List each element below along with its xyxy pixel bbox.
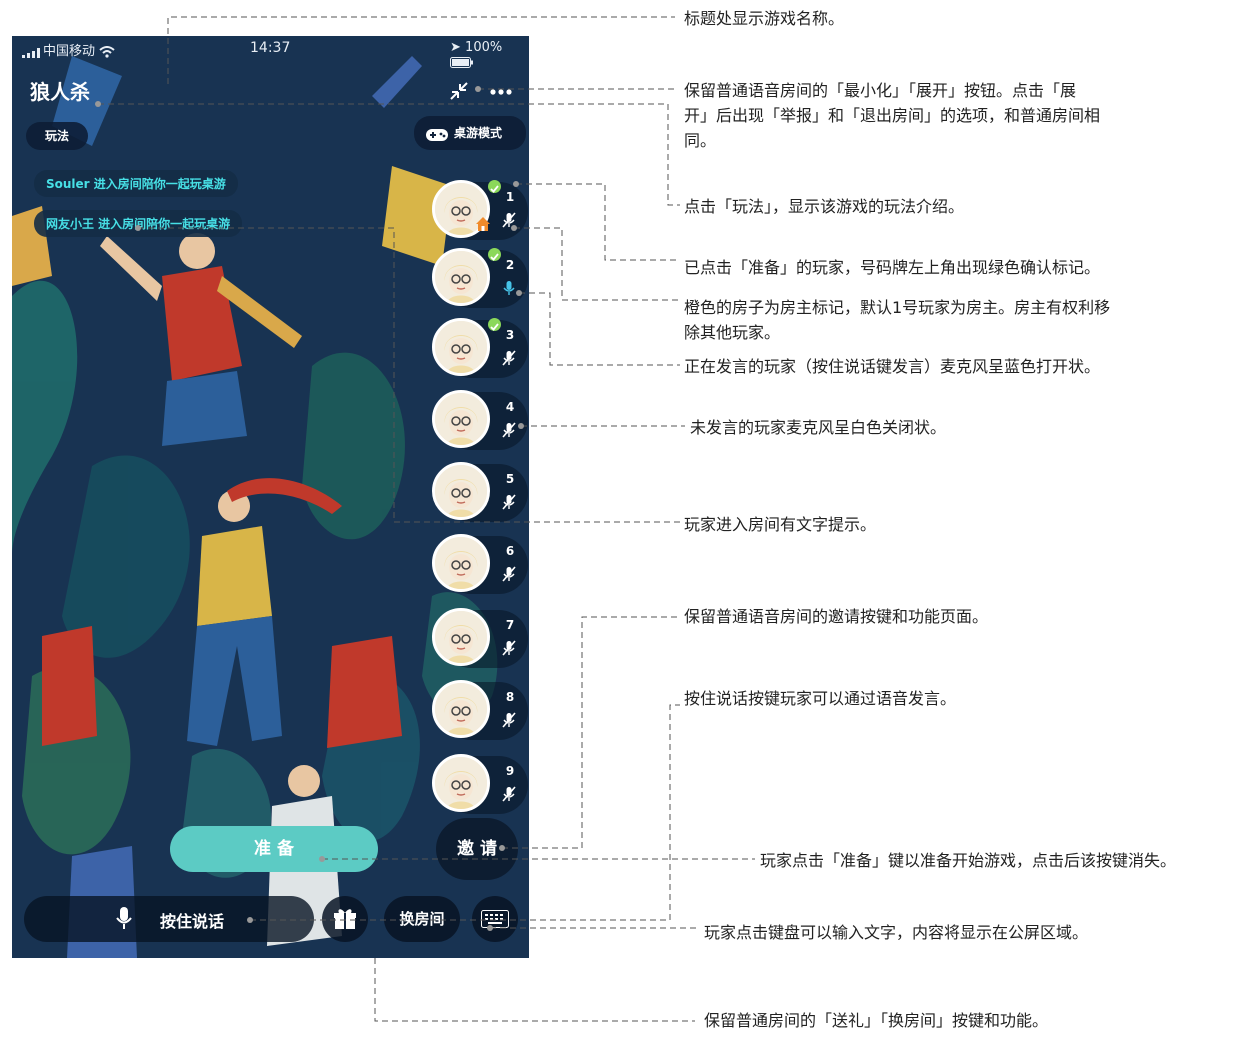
seat-number: 3 xyxy=(505,328,515,342)
carrier-name: 中国移动 xyxy=(43,44,96,59)
gift-button[interactable] xyxy=(322,896,368,942)
annotation-rules: 点击「玩法」，显示该游戏的玩法介绍。 xyxy=(684,197,965,216)
status-bar: 中国移动 14:37 ➤ 100% xyxy=(12,36,529,68)
microphone-off-icon xyxy=(502,786,516,802)
change-room-button[interactable]: 换房间 xyxy=(384,896,460,942)
enter-notice: Souler 进入房间陪你一起玩桌游 xyxy=(34,170,238,197)
minimize-button[interactable] xyxy=(448,80,470,106)
carrier-info: 中国移动 xyxy=(22,40,115,59)
annotation-line: 橙色的房子为房主标记，默认1号玩家为房主。房主有权利移 xyxy=(684,298,1111,317)
player-seat[interactable]: 2 xyxy=(432,246,528,310)
seat-number: 8 xyxy=(505,690,515,704)
player-seat[interactable]: 8 xyxy=(432,678,528,742)
invite-button[interactable]: 邀 请 xyxy=(436,818,518,880)
annotation-talk: 按住说话按键玩家可以通过语音发言。 xyxy=(684,689,957,708)
ready-button[interactable]: 准 备 xyxy=(170,826,378,872)
host-house-icon xyxy=(475,216,491,232)
page-title: 狼人杀 xyxy=(30,80,90,104)
wifi-icon xyxy=(99,44,115,59)
annotation-line: 除其他玩家。 xyxy=(684,323,781,342)
seat-number: 7 xyxy=(505,618,515,632)
board-mode-label: 桌游模式 xyxy=(454,126,503,140)
player-seat[interactable]: 1 xyxy=(432,178,528,242)
player-seat[interactable]: 7 xyxy=(432,606,528,670)
enter-notice: 网友小王 进入房间陪你一起玩桌游 xyxy=(34,210,243,237)
microphone-off-icon xyxy=(502,712,516,728)
microphone-icon xyxy=(116,907,132,935)
annotation-speaking: 正在发言的玩家（按住说话键发言）麦克风呈蓝色打开状。 xyxy=(684,357,1101,376)
annotation-line: 保留普通语音房间的「最小化」「展开」按钮。点击「展 xyxy=(684,81,1077,100)
seat-number: 5 xyxy=(505,472,515,486)
avatar[interactable] xyxy=(432,754,490,812)
location-icon: ➤ xyxy=(450,40,461,55)
microphone-on-icon xyxy=(502,280,516,296)
annotation-title: 标题处显示游戏名称。 xyxy=(684,9,845,28)
microphone-off-icon xyxy=(502,350,516,366)
signal-icon xyxy=(22,47,40,58)
avatar[interactable] xyxy=(432,680,490,738)
minimize-icon xyxy=(448,82,470,106)
status-time: 14:37 xyxy=(250,40,291,56)
microphone-off-icon xyxy=(502,566,516,582)
seat-number: 1 xyxy=(505,190,515,204)
player-seat[interactable]: 4 xyxy=(432,388,528,452)
board-mode-button[interactable]: 桌游模式 xyxy=(414,116,526,150)
more-icon xyxy=(490,82,512,101)
annotation-ready-button: 玩家点击「准备」键以准备开始游戏，点击后该按键消失。 xyxy=(760,851,1177,870)
more-button[interactable] xyxy=(490,82,512,101)
annotation-line: 同。 xyxy=(684,131,717,150)
keyboard-icon xyxy=(481,910,509,932)
seat-number: 2 xyxy=(505,258,515,272)
player-seat[interactable]: 3 xyxy=(432,316,528,380)
rules-button[interactable]: 玩法 xyxy=(26,122,88,150)
keyboard-button[interactable] xyxy=(472,896,518,942)
seat-number: 4 xyxy=(505,400,515,414)
player-seat[interactable]: 6 xyxy=(432,532,528,596)
annotation-muted: 未发言的玩家麦克风呈白色关闭状。 xyxy=(690,418,947,437)
push-to-talk-label: 按住说话 xyxy=(160,912,225,931)
ready-check-icon xyxy=(488,248,501,261)
avatar[interactable] xyxy=(432,248,490,306)
microphone-off-icon xyxy=(502,422,516,438)
phone-screen: 中国移动 14:37 ➤ 100% 狼人杀 玩法 桌游模式 Souler 进入房… xyxy=(12,36,529,958)
avatar[interactable] xyxy=(432,534,490,592)
player-seat[interactable]: 9 xyxy=(432,752,528,816)
seat-number: 6 xyxy=(505,544,515,558)
annotation-gift: 保留普通房间的「送礼」「换房间」按键和功能。 xyxy=(704,1011,1049,1030)
microphone-off-icon xyxy=(502,640,516,656)
avatar[interactable] xyxy=(432,390,490,448)
annotation-enter: 玩家进入房间有文字提示。 xyxy=(684,515,877,534)
battery-info: ➤ 100% xyxy=(450,40,529,70)
avatar[interactable] xyxy=(432,462,490,520)
push-to-talk-button[interactable]: 按住说话 xyxy=(24,896,314,942)
annotation-keyboard: 玩家点击键盘可以输入文字，内容将显示在公屏区域。 xyxy=(704,923,1089,942)
battery-percent: 100% xyxy=(465,40,503,55)
avatar[interactable] xyxy=(432,608,490,666)
annotation-host: 橙色的房子为房主标记，默认1号玩家为房主。房主有权利移 除其他玩家。 xyxy=(684,295,1110,345)
ready-check-icon xyxy=(488,180,501,193)
player-seat[interactable]: 5 xyxy=(432,460,528,524)
annotation-line: 开」后出现「举报」和「退出房间」的选项，和普通房间相 xyxy=(684,106,1101,125)
seat-number: 9 xyxy=(505,764,515,778)
gift-icon xyxy=(333,907,357,935)
ready-check-icon xyxy=(488,318,501,331)
annotation-minimize: 保留普通语音房间的「最小化」「展开」按钮。点击「展 开」后出现「举报」和「退出房… xyxy=(684,78,1100,153)
annotation-ready-mark: 已点击「准备」的玩家，号码牌左上角出现绿色确认标记。 xyxy=(684,258,1101,277)
microphone-off-icon xyxy=(502,494,516,510)
microphone-off-icon xyxy=(502,212,516,228)
battery-icon xyxy=(450,55,474,70)
avatar[interactable] xyxy=(432,318,490,376)
annotation-invite: 保留普通语音房间的邀请按键和功能页面。 xyxy=(684,607,989,626)
gamepad-icon xyxy=(426,117,448,151)
